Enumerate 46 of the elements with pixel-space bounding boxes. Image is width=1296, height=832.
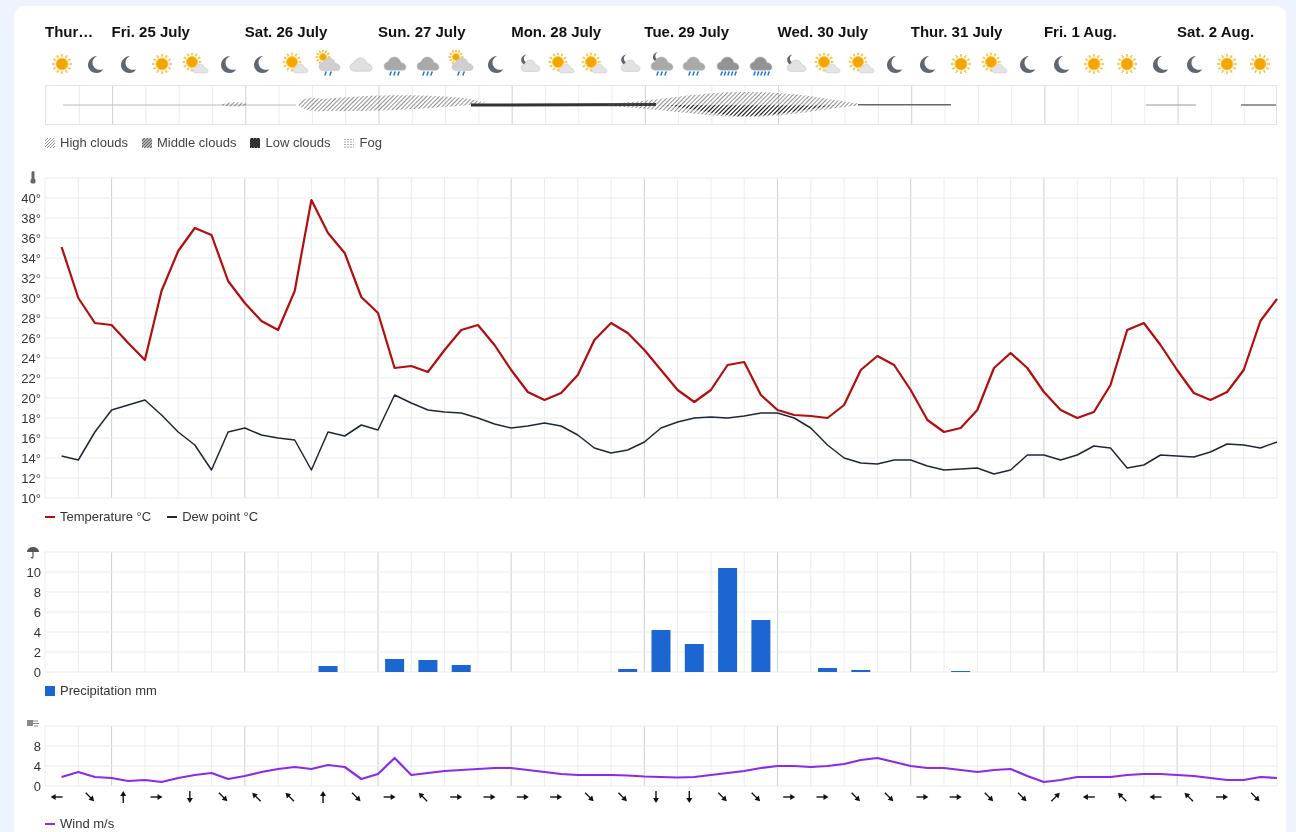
legend-label: Dew point °C [182, 509, 259, 525]
day-label: Sat. 26 July [244, 23, 328, 40]
wind-icon [27, 720, 40, 727]
axis-label: 20° [21, 390, 41, 406]
axis-label: 38° [21, 210, 41, 226]
legend-label: Fog [359, 135, 382, 151]
axis-label: 32° [21, 270, 41, 286]
umbrella-icon [27, 547, 39, 559]
axis-label: 10° [21, 490, 41, 505]
axis-label: 40° [21, 190, 41, 206]
legend-label: Temperature °C [60, 509, 152, 525]
axis-label: 28° [21, 310, 41, 326]
axis-label: 34° [21, 250, 41, 266]
day-label: Wed. 30 July [777, 23, 869, 40]
axis-label: 8 [33, 738, 41, 754]
axis-label: 24° [21, 350, 41, 366]
day-label: Sat. 2 Aug. [1177, 23, 1255, 40]
axis-label: 10 [26, 564, 41, 580]
axis-label: 6 [33, 604, 41, 620]
axis-label: 18° [21, 410, 41, 426]
legend-label: Wind m/s [60, 816, 115, 832]
legend-label: Middle clouds [156, 135, 237, 151]
axis-label: 22° [21, 370, 41, 386]
day-label: Thur. 31 July [910, 23, 1003, 40]
day-label: Fri. 1 Aug. [1043, 23, 1117, 40]
legend-label: Low clouds [265, 135, 331, 151]
day-label: Fri. 25 July [111, 23, 190, 40]
legend-label: High clouds [60, 135, 128, 151]
axis-label: 2 [33, 644, 41, 660]
axis-label: 8 [33, 584, 41, 600]
day-label: Thur… [45, 23, 94, 40]
day-label: Tue. 29 July [644, 23, 730, 40]
axis-label: 4 [33, 624, 41, 640]
axis-label: 12° [21, 470, 41, 486]
axis-label: 30° [21, 290, 41, 306]
axis-label: 4 [33, 758, 41, 774]
axis-label: 0 [33, 778, 41, 794]
day-label: Mon. 28 July [511, 23, 602, 40]
axis-label: 14° [21, 450, 41, 466]
axis-label: 36° [21, 230, 41, 246]
axis-label: 16° [21, 430, 41, 446]
thermometer-icon [30, 171, 36, 184]
axis-label: 26° [21, 330, 41, 346]
axis-label: 0 [33, 664, 41, 680]
legend-label: Precipitation mm [60, 683, 157, 699]
day-label: Sun. 27 July [377, 23, 466, 40]
